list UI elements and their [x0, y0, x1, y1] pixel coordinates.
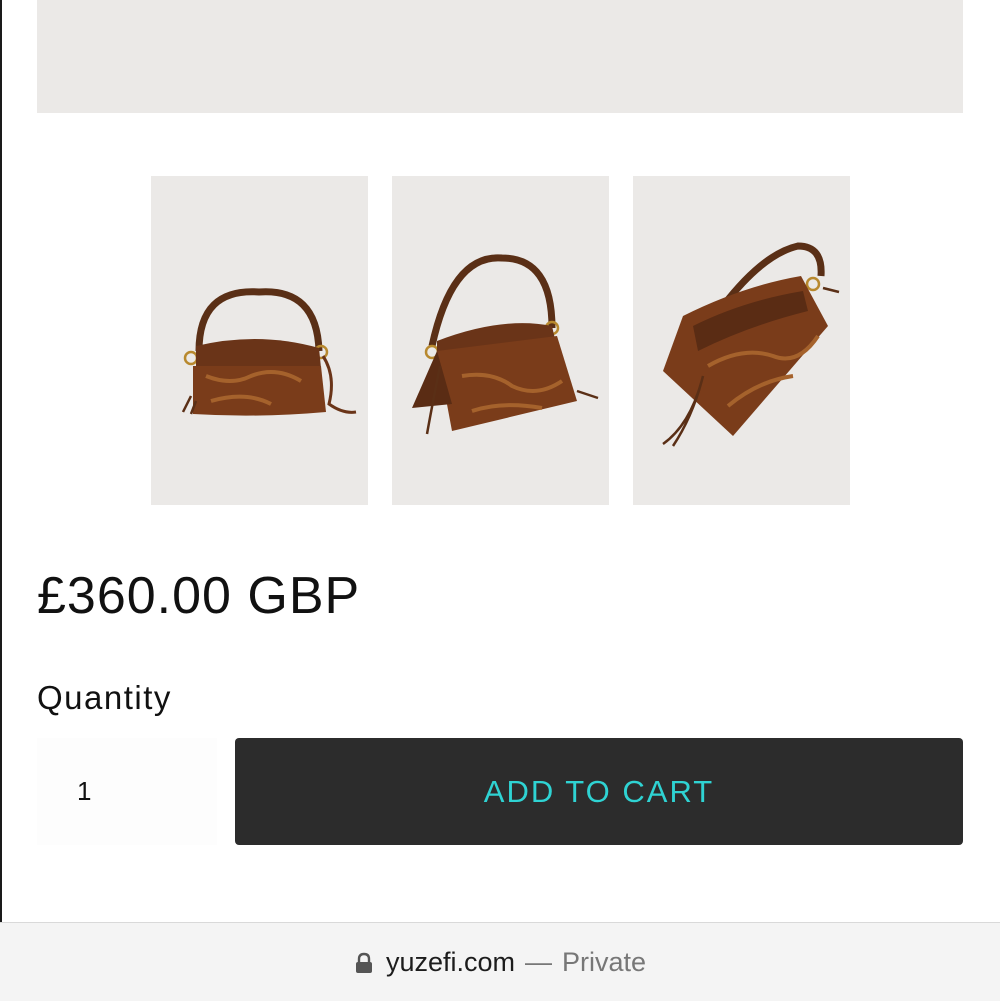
- bag-front-image: [181, 288, 357, 416]
- url-separator: —: [525, 946, 552, 977]
- product-thumbnail[interactable]: [633, 176, 850, 505]
- private-mode-label: Private: [562, 946, 647, 977]
- main-product-image[interactable]: [37, 0, 963, 113]
- lock-icon: [355, 952, 372, 973]
- url-domain: yuzefi.com: [385, 946, 515, 977]
- quantity-input[interactable]: [37, 738, 217, 845]
- browser-url-bar[interactable]: yuzefi.com — Private: [0, 922, 1000, 1001]
- product-thumbnail[interactable]: [392, 176, 609, 505]
- add-to-cart-button[interactable]: ADD TO CART: [235, 738, 963, 845]
- quantity-label: Quantity: [37, 679, 172, 716]
- bag-angled-image: [412, 254, 599, 435]
- product-price: £360.00 GBP: [37, 567, 361, 625]
- bag-side-image: [662, 242, 840, 447]
- left-edge-divider: [0, 0, 2, 1000]
- product-thumbnail[interactable]: [151, 176, 368, 505]
